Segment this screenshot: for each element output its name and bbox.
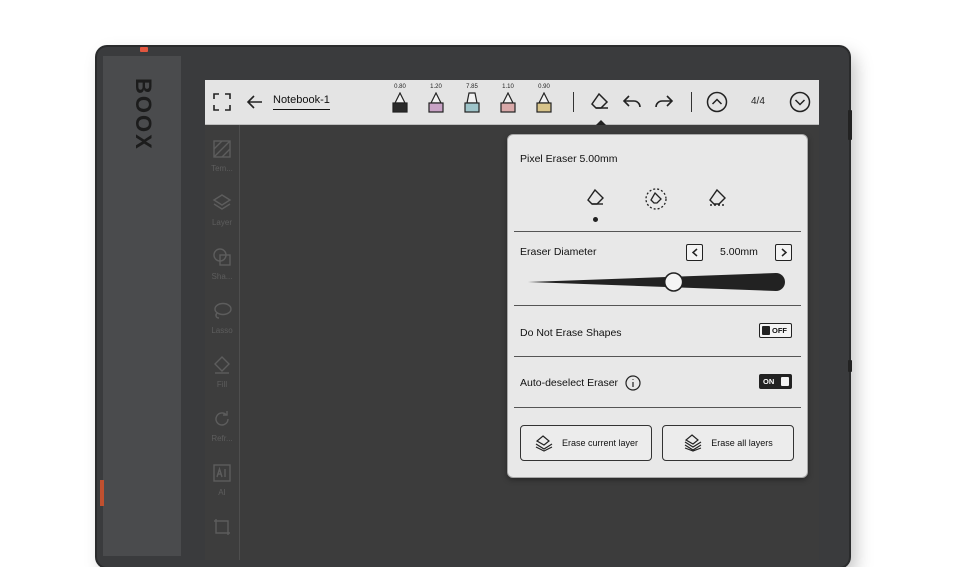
redo-icon[interactable]	[653, 91, 675, 113]
toggle-knob	[762, 326, 770, 335]
eraser-diameter-slider[interactable]	[528, 269, 786, 295]
left-tool-label: Layer	[211, 218, 232, 227]
page-down-icon[interactable]	[789, 91, 811, 113]
pen-icon	[392, 92, 408, 113]
diameter-increase-button[interactable]	[775, 244, 792, 261]
left-tool-template[interactable]: Tem...	[205, 139, 239, 173]
marker-icon	[464, 92, 480, 113]
brand-logo: BOOX	[131, 78, 156, 151]
pen-width-label: 0.80	[394, 84, 406, 90]
pen-width-label: 0.90	[538, 84, 550, 90]
toolbar-separator	[691, 92, 692, 112]
left-tool-label: AI	[218, 488, 226, 497]
panel-divider	[514, 231, 801, 232]
lasso-icon	[214, 302, 232, 319]
auto-deselect-label: Auto-deselect Eraser	[520, 377, 619, 389]
toggle-state: OFF	[772, 326, 787, 335]
back-arrow-icon[interactable]	[245, 92, 265, 112]
pen-width-label: 1.20	[430, 84, 442, 90]
erase-all-layers-label: Erase all layers	[711, 438, 773, 448]
info-icon[interactable]	[625, 375, 641, 396]
left-tool-label: Sha...	[211, 272, 233, 281]
eraser-panel-title: Pixel Eraser 5.00mm	[520, 153, 618, 165]
panel-divider	[514, 356, 801, 357]
do-not-erase-shapes-toggle[interactable]: OFF	[759, 323, 792, 338]
eraser-icon[interactable]	[589, 91, 611, 113]
left-tool-ai[interactable]: AI	[205, 463, 239, 497]
left-tool-more[interactable]	[205, 517, 239, 542]
side-button	[848, 360, 852, 372]
erase-current-layer-button[interactable]: Erase current layer	[520, 425, 652, 461]
left-tool-layer[interactable]: Layer	[205, 193, 239, 227]
page-indicator: 4/4	[751, 96, 765, 107]
segment-eraser-mode[interactable]	[706, 187, 730, 215]
side-button	[848, 110, 852, 140]
eraser-settings-panel: Pixel Eraser 5.00mm Eraser Diameter 5.00…	[507, 134, 808, 478]
toggle-knob	[781, 377, 789, 386]
fill-icon	[214, 356, 230, 374]
erase-all-layers-button[interactable]: Erase all layers	[662, 425, 794, 461]
pen-width-label: 1.10	[502, 84, 514, 90]
shape-icon	[213, 248, 231, 266]
panel-divider	[514, 407, 801, 408]
pen-width-label: 7.85	[466, 84, 478, 90]
all-layers-eraser-icon	[684, 434, 702, 452]
top-toolbar: Notebook-1 0.80 1.20 7.85 1.10 0.90 4/4	[205, 80, 819, 125]
slider-track	[528, 272, 785, 292]
segment-eraser-icon	[709, 188, 726, 206]
panel-divider	[514, 305, 801, 306]
do-not-erase-shapes-label: Do Not Erase Shapes	[520, 327, 622, 339]
toolbar-separator	[573, 92, 574, 112]
ai-icon	[213, 464, 231, 482]
left-tool-label: Tem...	[211, 164, 233, 173]
grip-accent	[100, 480, 104, 506]
left-tool-label: Lasso	[211, 326, 233, 335]
left-tool-fill[interactable]: Fill	[205, 355, 239, 389]
left-tool-shape[interactable]: Sha...	[205, 247, 239, 281]
pen-preset-4[interactable]: 1.10	[497, 84, 519, 118]
chevron-left-icon	[691, 248, 697, 257]
toggle-state: ON	[763, 377, 775, 386]
layer-eraser-icon	[535, 435, 553, 452]
pen-icon	[536, 92, 552, 113]
page-up-icon[interactable]	[706, 91, 728, 113]
screen: Notebook-1 0.80 1.20 7.85 1.10 0.90 4/4 …	[205, 80, 819, 560]
pen-icon	[428, 92, 444, 113]
eraser-diameter-value: 5.00mm	[720, 246, 758, 258]
pixel-eraser-icon	[587, 188, 604, 205]
pen-preset-1[interactable]: 0.80	[389, 84, 411, 118]
stroke-eraser-icon	[645, 188, 667, 210]
fullscreen-icon[interactable]	[211, 91, 233, 113]
refresh-icon	[215, 411, 229, 426]
layer-icon	[212, 194, 232, 210]
left-tool-refresh[interactable]: Refr...	[205, 409, 239, 443]
crop-icon	[214, 519, 230, 535]
slider-knob[interactable]	[663, 272, 684, 292]
power-button	[140, 47, 148, 52]
pen-preset-5[interactable]: 0.90	[533, 84, 555, 118]
pixel-eraser-mode[interactable]	[584, 187, 608, 215]
template-icon	[213, 140, 231, 158]
pen-preset-3[interactable]: 7.85	[461, 84, 483, 118]
left-tool-lasso[interactable]: Lasso	[205, 301, 239, 335]
erase-current-layer-label: Erase current layer	[561, 438, 639, 448]
left-tool-label: Refr...	[211, 434, 233, 443]
left-tool-label: Fill	[216, 380, 228, 389]
pen-preset-2[interactable]: 1.20	[425, 84, 447, 118]
pen-icon	[500, 92, 516, 113]
stroke-eraser-mode[interactable]	[644, 187, 668, 215]
auto-deselect-toggle[interactable]: ON	[759, 374, 792, 389]
eraser-diameter-label: Eraser Diameter	[520, 246, 597, 258]
left-toolbar: Tem... Layer Sha... Lasso Fill Refr... A…	[205, 125, 240, 560]
chevron-right-icon	[781, 248, 787, 257]
notebook-title[interactable]: Notebook-1	[273, 94, 330, 110]
undo-icon[interactable]	[621, 91, 643, 113]
diameter-decrease-button[interactable]	[686, 244, 703, 261]
selected-mode-dot	[593, 217, 598, 222]
